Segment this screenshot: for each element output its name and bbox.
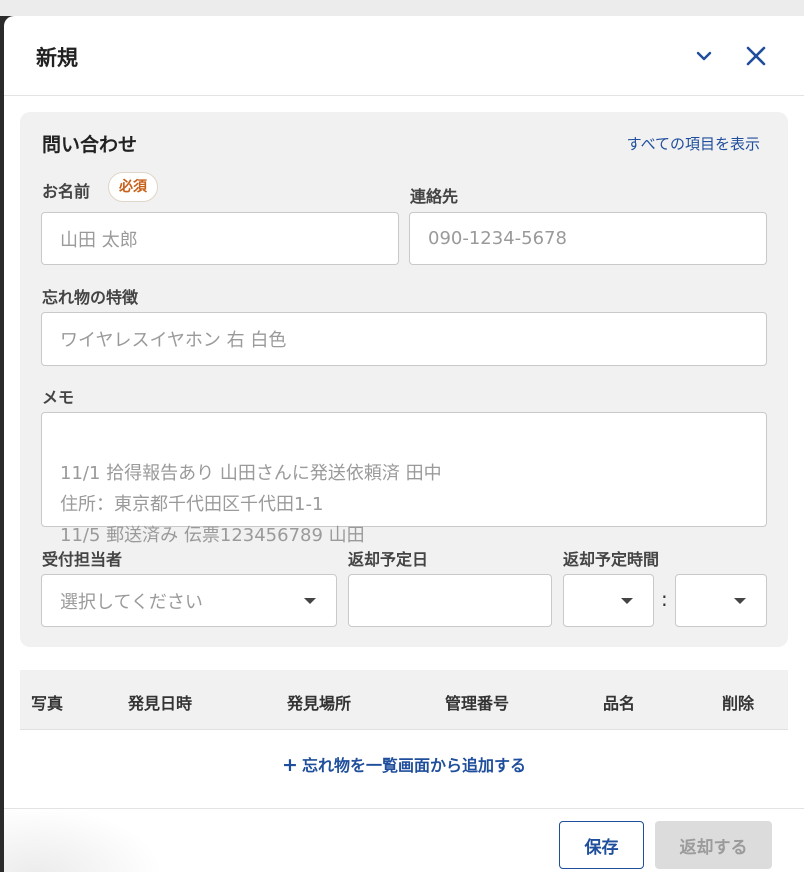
caret-down-icon	[304, 597, 316, 604]
inquiry-card: 問い合わせ すべての項目を表示 お名前 必須 山田 太郎 連絡先 090-123…	[20, 112, 788, 647]
return-button[interactable]: 返却する	[655, 821, 772, 869]
name-label: お名前	[42, 182, 91, 201]
return-date-label: 返却予定日	[348, 550, 429, 569]
receiver-select[interactable]: 選択してください	[41, 574, 337, 627]
column-photo: 写真	[31, 694, 64, 713]
receiver-placeholder: 選択してください	[60, 591, 203, 613]
plus-icon: +	[282, 754, 298, 776]
name-placeholder: 山田 太郎	[60, 229, 138, 251]
add-from-list-label: 忘れ物を一覧画面から追加する	[301, 756, 526, 775]
show-all-fields-link[interactable]: すべての項目を表示	[627, 133, 760, 154]
return-date-input[interactable]	[348, 574, 552, 627]
column-item-name: 品名	[603, 694, 636, 713]
contact-input[interactable]: 090-1234-5678	[409, 212, 767, 265]
memo-placeholder: 11/1 拾得報告あり 山田さんに発送依頼済 田中 住所：東京都千代田区千代田1…	[60, 463, 442, 546]
column-found-place: 発見場所	[287, 694, 352, 713]
column-control-number: 管理番号	[445, 694, 510, 713]
memo-label: メモ	[42, 388, 75, 407]
close-icon[interactable]	[740, 40, 772, 72]
return-time-label: 返却予定時間	[563, 550, 660, 569]
column-delete: 削除	[722, 694, 755, 713]
features-input[interactable]: ワイヤレスイヤホン 右 白色	[41, 312, 767, 366]
required-badge: 必須	[108, 172, 158, 202]
new-item-dialog: 新規 問い合わせ すべての項目を表示 お名前 必須 山田 太郎 連絡先 090-…	[4, 16, 804, 872]
chevron-down-icon[interactable]	[688, 40, 720, 72]
items-table-header: 写真 発見日時 発見場所 管理番号 品名 削除	[20, 670, 788, 730]
return-minute-select[interactable]	[675, 574, 767, 627]
add-from-list-link[interactable]: + 忘れ物を一覧画面から追加する	[4, 752, 804, 776]
return-hour-select[interactable]	[563, 574, 654, 627]
save-button[interactable]: 保存	[559, 821, 644, 869]
caret-down-icon	[734, 597, 746, 604]
contact-label: 連絡先	[410, 187, 459, 206]
memo-textarea[interactable]: 11/1 拾得報告あり 山田さんに発送依頼済 田中 住所：東京都千代田区千代田1…	[41, 412, 767, 546]
dialog-title: 新規	[36, 46, 78, 70]
name-input[interactable]: 山田 太郎	[41, 212, 399, 265]
caret-down-icon	[621, 597, 633, 604]
backdrop	[0, 0, 804, 16]
features-placeholder: ワイヤレスイヤホン 右 白色	[60, 330, 287, 351]
dialog-header: 新規	[4, 16, 804, 96]
receiver-label: 受付担当者	[42, 550, 123, 569]
column-found-datetime: 発見日時	[128, 694, 193, 713]
features-label: 忘れ物の特徴	[42, 288, 139, 307]
contact-placeholder: 090-1234-5678	[428, 228, 567, 249]
inquiry-title: 問い合わせ	[42, 134, 138, 156]
dialog-footer: 保存 返却する	[4, 808, 804, 872]
time-separator: :	[661, 587, 668, 611]
